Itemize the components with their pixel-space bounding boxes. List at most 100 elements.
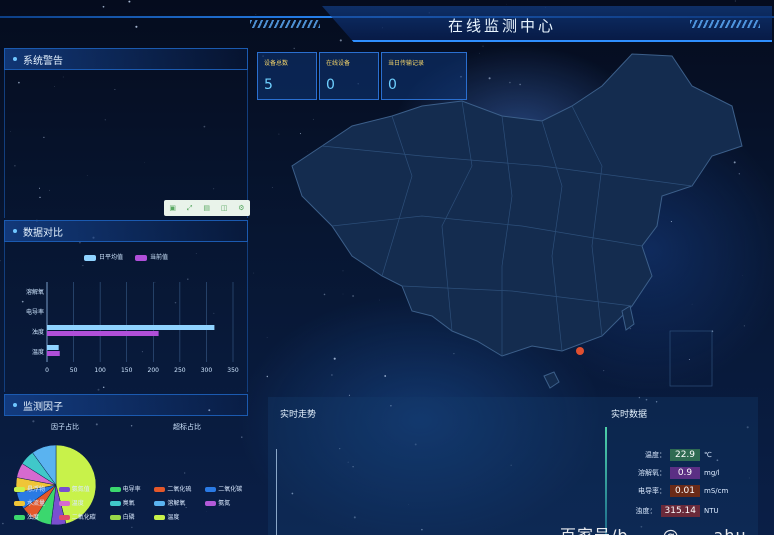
reading-value: 315.14: [660, 505, 700, 517]
restore-icon[interactable]: ▣: [169, 204, 176, 212]
legend-item[interactable]: 当前值: [135, 252, 168, 261]
bar[interactable]: [47, 331, 159, 336]
map-region-taiwan[interactable]: [621, 305, 635, 331]
monitor-factor-panel: 监测因子 因子占比 超标占比: [4, 394, 248, 432]
x-tick-label: 50: [70, 367, 78, 374]
realtime-title: 实时数据: [611, 410, 648, 420]
alarm-list: [4, 70, 248, 218]
pie-legend-label: 臭氧: [122, 500, 135, 507]
pie-legend-item[interactable]: 水流量: [14, 498, 53, 507]
reading-dissolved-oxygen: 溶解氧： 0.9 mg/l: [638, 467, 734, 479]
pie-legend-item[interactable]: 电导率: [109, 484, 149, 493]
pie-legend-label: 溶解氧: [167, 500, 186, 507]
comparison-bar-chart: 0 50 100 150 200 250 300 350 温度 浊度 电导率 溶解氧: [26, 282, 239, 374]
reading-conductivity: 电导率： 0.01 mS/cm: [638, 485, 734, 497]
chart-legend: 日平均值 当前值: [5, 242, 247, 261]
star: [2, 522, 4, 525]
y-tick-label: 电导率: [26, 308, 44, 316]
panel-header: 监测因子: [4, 394, 248, 416]
reading-unit: ℃: [704, 451, 712, 459]
top-header: 在线监测中心: [0, 0, 774, 44]
pie-legend-item[interactable]: 浊度: [14, 512, 53, 521]
x-tick-label: 250: [174, 367, 186, 374]
star: [131, 526, 133, 528]
header-stripe-decoration: [690, 20, 760, 28]
pie-legend-item[interactable]: 二氧化硫: [154, 484, 199, 493]
pie-legend-item[interactable]: 白磷: [109, 512, 149, 521]
chart-switch-icon[interactable]: ◫: [221, 204, 228, 212]
data-view-icon[interactable]: ▤: [203, 204, 210, 212]
reading-turbidity: 浊度： 315.14 NTU: [636, 505, 735, 517]
pie-legend: 悬浮物 氨氮值 电导率 二氧化硫 二氧化碳 水流量 温度 臭氧 溶解氧 氨氮 浊度 二氧化碳 白磷 温度: [14, 484, 250, 521]
legend-item[interactable]: 日平均值: [83, 252, 123, 261]
realtime-divider: [605, 427, 607, 535]
pie-legend-item[interactable]: 氨氮值: [58, 484, 104, 493]
legend-label: 日平均值: [98, 254, 123, 261]
bullet-icon: [13, 403, 17, 407]
bullet-icon: [13, 229, 17, 233]
pie-legend-item[interactable]: 悬浮物: [14, 484, 53, 493]
pie-legend-label: 水流量: [27, 500, 46, 507]
pie-legend-label: 二氧化碳: [71, 514, 96, 521]
pie-legend-item[interactable]: 二氧化碳: [58, 512, 104, 521]
bullet-icon: [13, 57, 17, 61]
pie-legend-item[interactable]: 温度: [58, 498, 104, 507]
reading-temperature: 温度： 22.9 ℃: [645, 449, 734, 461]
pie-legend-item[interactable]: 臭氧: [109, 498, 149, 507]
bar[interactable]: [47, 345, 59, 350]
pie-legend-label: 悬浮物: [27, 486, 46, 493]
pie-legend-item[interactable]: 氨氮: [205, 498, 250, 507]
realtime-section: 实时走势 实时数据 温度： 22.9 ℃ 溶解氧： 0.9 mg/l 电导率： …: [268, 397, 758, 535]
panel-header: 数据对比: [4, 220, 248, 242]
pie-title-exceed: 超标占比: [173, 423, 201, 431]
pie-titles: 因子占比 超标占比: [4, 416, 248, 432]
pie-legend-label: 二氧化硫: [167, 486, 192, 493]
bar[interactable]: [47, 325, 215, 330]
settings-icon[interactable]: ⚙: [238, 204, 244, 212]
y-tick-label: 溶解氧: [26, 288, 44, 296]
trend-axis: [276, 449, 277, 535]
map-region-mainland[interactable]: [291, 53, 743, 357]
reading-value: 0.9: [670, 467, 700, 479]
bar[interactable]: [47, 351, 60, 356]
pie-legend-label: 浊度: [27, 514, 40, 521]
reading-unit: mg/l: [704, 469, 720, 477]
star: [0, 259, 1, 262]
reading-unit: NTU: [704, 507, 719, 515]
panel-title: 系统警告: [23, 55, 63, 67]
reading-label: 电导率：: [638, 487, 666, 495]
china-map[interactable]: [262, 46, 772, 396]
pie-legend-label: 氨氮: [218, 500, 231, 507]
panel-title: 数据对比: [23, 227, 63, 239]
data-compare-panel: 数据对比 日平均值 当前值 0 50 100 150 200 250 300 350 温度 浊度 电…: [4, 220, 248, 392]
pie-legend-item[interactable]: 温度: [154, 512, 199, 521]
pie-legend-label: 电导率: [122, 486, 141, 493]
south-sea-inset: [669, 330, 713, 387]
y-tick-label: 温度: [32, 348, 44, 356]
pie-legend-label: 氨氮值: [71, 486, 90, 493]
x-tick-label: 300: [201, 367, 213, 374]
y-tick-label: 浊度: [32, 328, 44, 336]
pie-legend-item[interactable]: 二氧化碳: [205, 484, 250, 493]
pie-legend-item[interactable]: 溶解氧: [154, 498, 199, 507]
fullscreen-icon[interactable]: ⤢: [187, 204, 193, 213]
pie-title-factor: 因子占比: [51, 423, 79, 431]
pie-legend-label: 二氧化碳: [218, 486, 243, 493]
x-tick-label: 0: [45, 367, 49, 374]
x-tick-label: 200: [148, 367, 160, 374]
system-alarm-panel: 系统警告: [4, 48, 248, 218]
device-location-marker[interactable]: [576, 347, 584, 355]
header-stripe-decoration: [250, 20, 320, 28]
chart-toolbox: ▣ ⤢ ▤ ◫ ⚙: [164, 200, 250, 216]
star: [184, 472, 186, 474]
pie-legend-label: 白磷: [122, 514, 135, 521]
x-tick-label: 100: [94, 367, 106, 374]
pie-legend-label: 温度: [167, 514, 180, 521]
reading-value: 0.01: [670, 485, 700, 497]
reading-label: 溶解氧：: [638, 469, 666, 477]
reading-value: 22.9: [670, 449, 700, 461]
map-region-hainan[interactable]: [543, 371, 560, 389]
watermark: 百家号/b……@……ahu……88: [560, 522, 774, 535]
compare-chart-body: 日平均值 当前值 0 50 100 150 200 250 300 350 温度 浊度 电导率 溶解氧: [4, 242, 248, 392]
pie-legend-label: 温度: [71, 500, 84, 507]
